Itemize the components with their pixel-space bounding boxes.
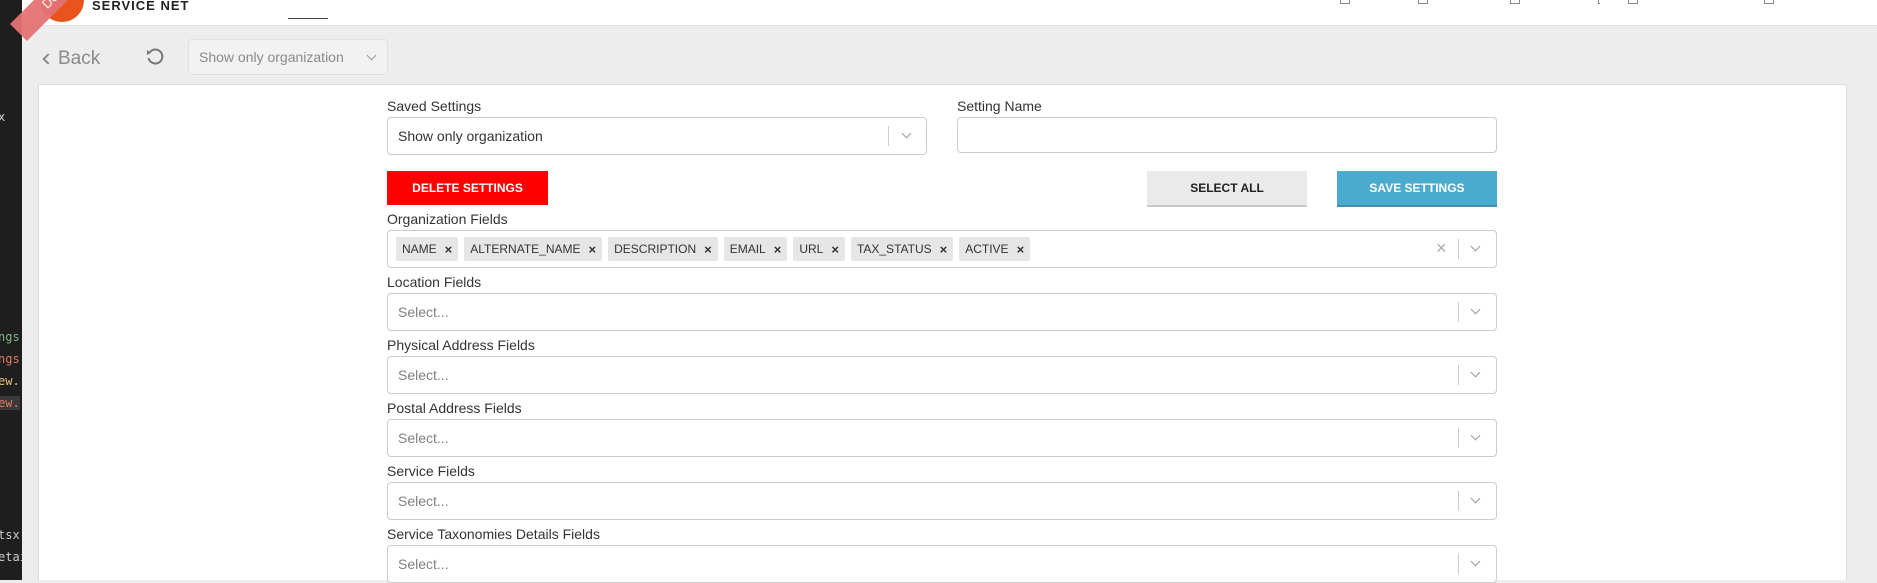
- editor-fragment: etai: [0, 550, 22, 564]
- remove-chip-icon[interactable]: ×: [701, 242, 718, 257]
- editor-fragment: ew.: [0, 374, 20, 388]
- selected-chips: NAME × ALTERNATE_NAME × DESCRIPTION × EMAIL…: [396, 237, 1031, 261]
- chip: DESCRIPTION ×: [608, 237, 718, 261]
- postal-address-fields-select[interactable]: Select...: [387, 419, 1497, 457]
- chevron-down-icon: [1470, 304, 1481, 315]
- select-separator: [1458, 554, 1459, 574]
- saved-settings-value: Show only organization: [398, 128, 543, 144]
- setting-select-value: Show only organization: [199, 49, 344, 65]
- setting-name-label: Setting Name: [957, 98, 1042, 114]
- saved-settings-select[interactable]: Show only organization: [387, 117, 927, 155]
- chevron-down-icon: [1470, 367, 1481, 378]
- organization-fields-label: Organization Fields: [387, 211, 508, 227]
- chevron-down-icon: [901, 128, 912, 139]
- chevron-down-icon: [1470, 493, 1481, 504]
- remove-chip-icon[interactable]: ×: [442, 242, 459, 257]
- editor-fragment: ngs: [0, 330, 20, 344]
- nav-active-underline: [288, 18, 328, 19]
- back-label: Back: [58, 48, 101, 69]
- remove-chip-icon[interactable]: ×: [1014, 242, 1031, 257]
- nav-icon[interactable]: [1764, 0, 1774, 4]
- select-separator: [1458, 302, 1459, 322]
- select-separator: [1458, 428, 1459, 448]
- editor-fragment: ngs: [0, 352, 20, 366]
- postal-address-fields-label: Postal Address Fields: [387, 400, 522, 416]
- placeholder: Select...: [398, 430, 449, 446]
- placeholder: Select...: [398, 493, 449, 509]
- select-separator: [1458, 365, 1459, 385]
- placeholder: Select...: [398, 304, 449, 320]
- physical-address-fields-label: Physical Address Fields: [387, 337, 535, 353]
- remove-chip-icon[interactable]: ×: [937, 242, 954, 257]
- chip: TAX_STATUS ×: [850, 237, 954, 261]
- service-fields-select[interactable]: Select...: [387, 482, 1497, 520]
- chevron-left-icon: [42, 53, 54, 65]
- settings-panel: Saved Settings Show only organization Se…: [38, 84, 1847, 583]
- select-separator: [1458, 239, 1459, 259]
- nav-divider: [1598, 0, 1600, 4]
- back-button[interactable]: Back: [42, 48, 101, 70]
- chevron-down-icon: [1470, 556, 1481, 567]
- editor-fragment: ew.: [0, 396, 20, 410]
- setting-name-input[interactable]: [957, 117, 1497, 153]
- select-separator: [1458, 491, 1459, 511]
- select-all-button[interactable]: SELECT ALL: [1147, 171, 1307, 205]
- service-taxonomies-fields-label: Service Taxonomies Details Fields: [387, 526, 600, 542]
- editor-fragment: tsx: [0, 528, 20, 542]
- placeholder: Select...: [398, 556, 449, 572]
- select-separator: [888, 126, 889, 146]
- clear-icon[interactable]: ×: [1436, 238, 1447, 258]
- chevron-down-icon: [366, 50, 377, 61]
- reset-icon[interactable]: [146, 48, 164, 66]
- nav-icon[interactable]: [1510, 0, 1520, 4]
- chip-label: ACTIVE: [965, 242, 1009, 256]
- editor-strip: x ngs ngs ew. ew. tsx etai: [0, 0, 22, 580]
- chip-label: URL: [799, 242, 824, 256]
- physical-address-fields-select[interactable]: Select...: [387, 356, 1497, 394]
- chip: NAME ×: [396, 237, 459, 261]
- remove-chip-icon[interactable]: ×: [586, 242, 603, 257]
- service-taxonomies-fields-select[interactable]: Select...: [387, 545, 1497, 583]
- editor-fragment: x: [0, 110, 6, 124]
- nav-icon[interactable]: [1418, 0, 1428, 4]
- delete-settings-button[interactable]: DELETE SETTINGS: [387, 171, 548, 205]
- organization-fields-select[interactable]: NAME × ALTERNATE_NAME × DESCRIPTION × EMAIL…: [387, 230, 1497, 268]
- service-fields-label: Service Fields: [387, 463, 475, 479]
- location-fields-select[interactable]: Select...: [387, 293, 1497, 331]
- remove-chip-icon[interactable]: ×: [771, 242, 788, 257]
- location-fields-label: Location Fields: [387, 274, 482, 290]
- chip-label: EMAIL: [729, 242, 766, 256]
- top-navbar: SERVICE NET: [22, 0, 1877, 26]
- chip: ALTERNATE_NAME ×: [464, 237, 603, 261]
- chip-label: DESCRIPTION: [614, 242, 697, 256]
- nav-icon[interactable]: [1340, 0, 1350, 4]
- saved-settings-label: Saved Settings: [387, 98, 482, 114]
- chip: URL ×: [793, 237, 845, 261]
- nav-icon[interactable]: [1628, 0, 1638, 4]
- chip: ACTIVE ×: [959, 237, 1031, 261]
- chevron-down-icon: [1470, 241, 1481, 252]
- placeholder: Select...: [398, 367, 449, 383]
- brand-name[interactable]: SERVICE NET: [92, 0, 189, 13]
- chip-label: ALTERNATE_NAME: [470, 242, 581, 256]
- save-settings-button[interactable]: SAVE SETTINGS: [1337, 171, 1497, 205]
- chip-label: NAME: [402, 242, 437, 256]
- chevron-down-icon: [1470, 430, 1481, 441]
- remove-chip-icon[interactable]: ×: [828, 242, 845, 257]
- chip: EMAIL ×: [723, 237, 788, 261]
- chip-label: TAX_STATUS: [856, 242, 932, 256]
- setting-select[interactable]: Show only organization: [188, 39, 388, 75]
